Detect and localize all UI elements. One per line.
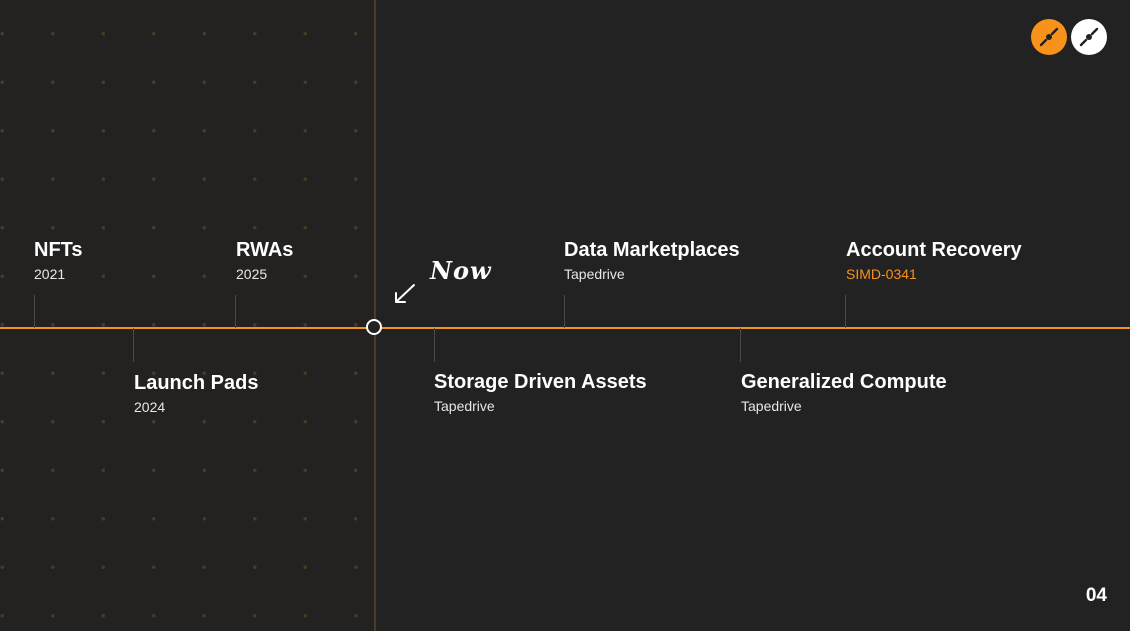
event-subtitle: 2025 — [236, 266, 268, 282]
event-title: Account Recovery — [846, 239, 1022, 261]
tick-launch-pads — [133, 328, 134, 362]
past-region-dot-grid — [0, 0, 375, 631]
now-label: Now — [430, 256, 492, 285]
event-title: Storage Driven Assets — [434, 371, 647, 393]
disc-icon-orange — [1031, 19, 1067, 55]
event-storage-driven-assets: Storage Driven Assets Tapedrive — [434, 370, 647, 415]
tick-account-recovery — [845, 295, 846, 328]
event-launch-pads: Launch Pads 2024 — [134, 371, 258, 416]
logo-group — [1031, 19, 1107, 55]
page-number: 04 — [1085, 585, 1107, 606]
tick-rwas — [235, 295, 236, 328]
event-subtitle: 2024 — [134, 399, 166, 415]
event-account-recovery: Account Recovery SIMD-0341 — [846, 238, 1022, 283]
now-marker — [366, 319, 382, 335]
now-arrow-icon — [395, 284, 415, 303]
event-nfts: NFTs 2021 — [34, 238, 83, 283]
timeline-axis — [0, 327, 1130, 329]
tick-storage-driven-assets — [434, 328, 435, 362]
event-title: RWAs — [236, 239, 294, 261]
event-title: Data Marketplaces — [564, 239, 740, 261]
tick-nfts — [34, 295, 35, 328]
event-title: Generalized Compute — [741, 371, 947, 393]
event-generalized-compute: Generalized Compute Tapedrive — [741, 370, 947, 415]
tick-generalized-compute — [740, 328, 741, 362]
event-subtitle: SIMD-0341 — [846, 266, 917, 282]
event-title: Launch Pads — [134, 372, 259, 394]
event-subtitle: Tapedrive — [564, 266, 625, 282]
event-data-marketplaces: Data Marketplaces Tapedrive — [564, 238, 740, 283]
disc-icon-white — [1071, 19, 1107, 55]
event-rwas: RWAs 2025 — [236, 238, 293, 283]
event-title: NFTs — [34, 239, 83, 261]
event-subtitle: Tapedrive — [741, 398, 802, 414]
event-subtitle: 2021 — [34, 266, 66, 282]
event-subtitle: Tapedrive — [434, 398, 495, 414]
tick-data-marketplaces — [564, 295, 565, 328]
now-divider-line — [374, 0, 376, 631]
